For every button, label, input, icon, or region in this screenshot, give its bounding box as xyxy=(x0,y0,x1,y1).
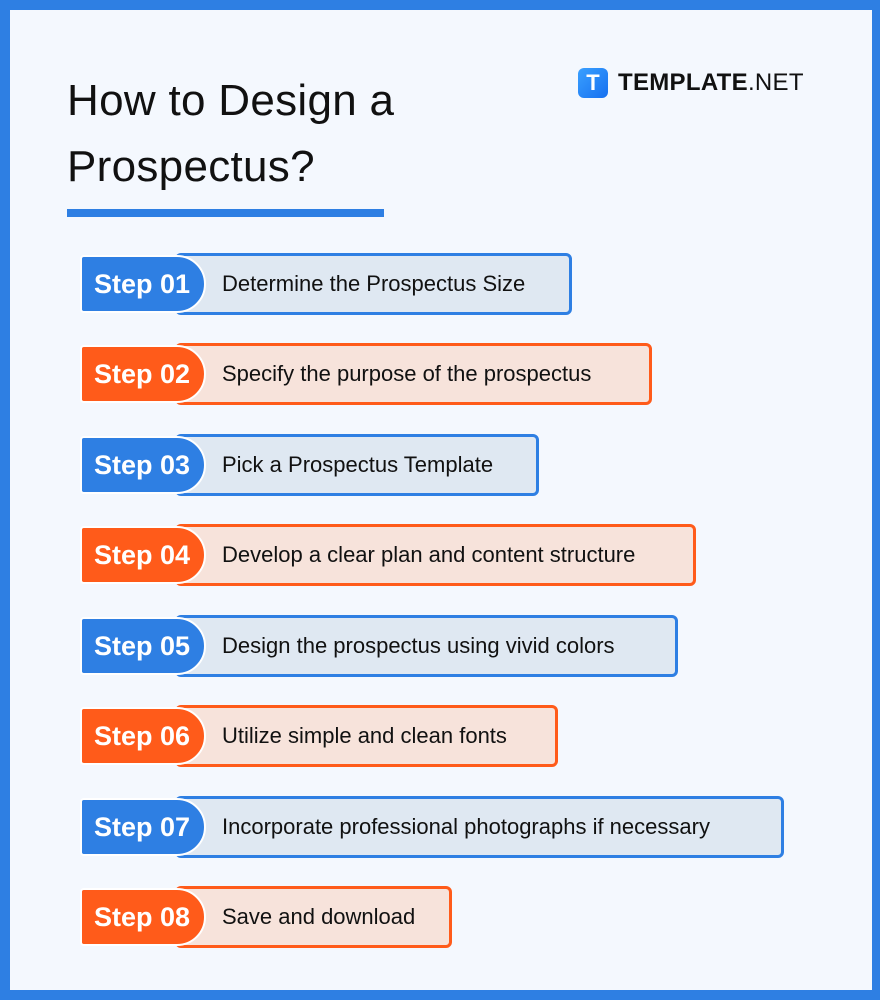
step-text: Save and download xyxy=(222,904,416,929)
step-label-tab: Step 03 xyxy=(80,436,206,494)
template-logo-icon: T xyxy=(578,68,608,98)
title-underline xyxy=(67,209,384,217)
step-label-tab: Step 01 xyxy=(80,255,206,313)
brand-name-bold: TEMPLATE xyxy=(618,69,748,96)
step-label-tab: Step 08 xyxy=(80,888,206,946)
step-text: Incorporate professional photographs if … xyxy=(222,814,710,839)
page-title: How to Design a Prospectus? xyxy=(67,68,394,200)
step-label-tab: Step 05 xyxy=(80,617,206,675)
step-label-tab: Step 04 xyxy=(80,526,206,584)
step-text: Pick a Prospectus Template xyxy=(222,452,494,477)
brand-logo: T TEMPLATE.NET xyxy=(578,68,804,98)
step-text: Develop a clear plan and content structu… xyxy=(222,542,636,567)
step-text: Utilize simple and clean fonts xyxy=(222,723,507,748)
step-text: Determine the Prospectus Size xyxy=(222,271,526,296)
brand-name: TEMPLATE.NET xyxy=(618,69,804,97)
step-text: Specify the purpose of the prospectus xyxy=(222,361,592,386)
step-label-tab: Step 02 xyxy=(80,345,206,403)
step-label-tab: Step 06 xyxy=(80,707,206,765)
title-line-2: Prospectus? xyxy=(67,142,315,191)
step-label-tab: Step 07 xyxy=(80,798,206,856)
infographic-frame: How to Design a Prospectus? T TEMPLATE.N… xyxy=(10,10,872,990)
title-line-1: How to Design a xyxy=(67,76,395,125)
step-text: Design the prospectus using vivid colors xyxy=(222,633,615,658)
brand-name-suffix: .NET xyxy=(747,69,804,96)
